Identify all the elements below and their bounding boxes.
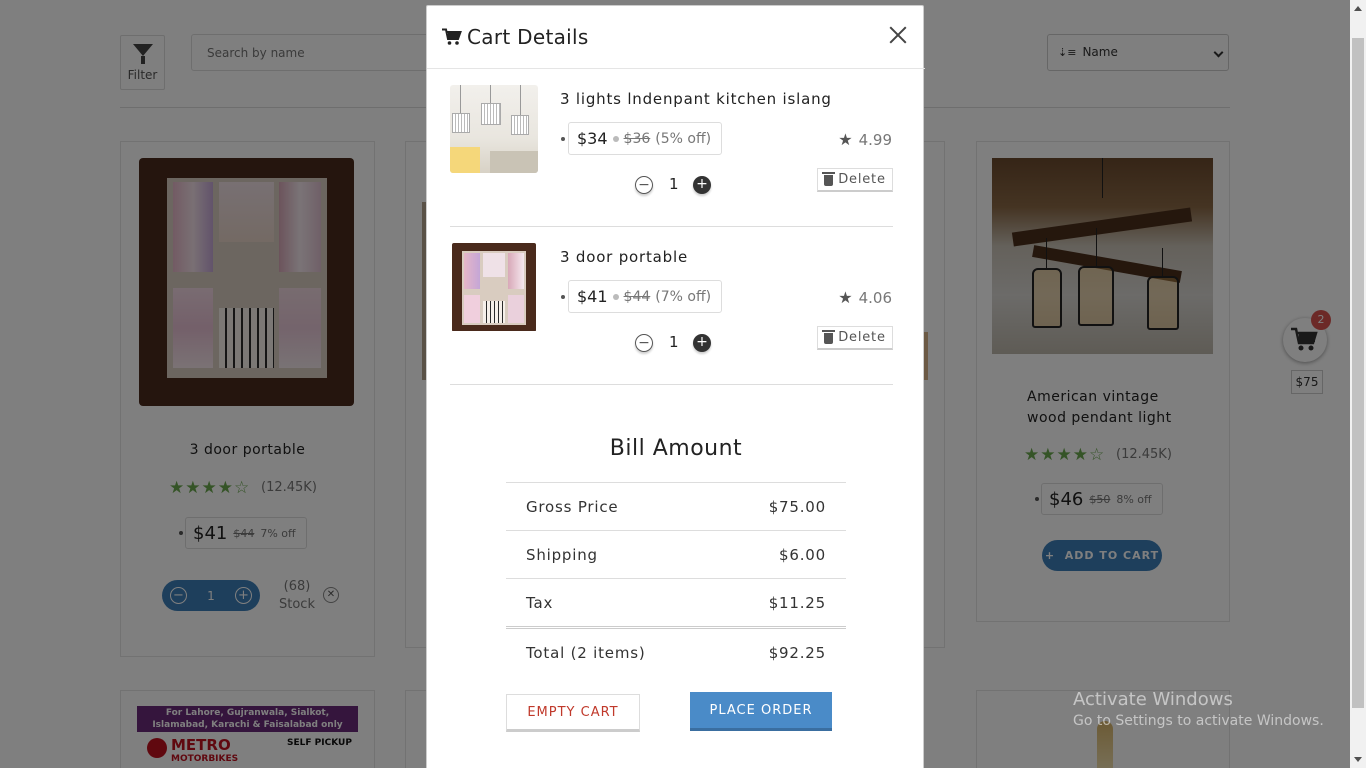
quantity-value: 1 xyxy=(669,333,679,351)
plus-icon[interactable]: + xyxy=(693,334,711,352)
cart-item: 3 lights lndenpant kitchen islang $34 $3… xyxy=(450,69,893,227)
old-price: $44 xyxy=(623,288,651,305)
modal-header: Cart Details xyxy=(427,6,925,69)
trash-icon xyxy=(822,330,836,344)
modal-title: Cart Details xyxy=(467,25,589,49)
delete-button[interactable]: Delete xyxy=(817,168,893,192)
bill-label: Tax xyxy=(526,593,554,612)
price: $41 xyxy=(577,287,608,306)
cart-details-modal: Cart Details 3 lights lndenpant kitchen … xyxy=(426,5,925,768)
cart-item-title[interactable]: 3 door portable xyxy=(560,248,688,266)
scrollbar-thumb[interactable] xyxy=(1352,38,1364,708)
place-order-button[interactable]: PLACE ORDER xyxy=(690,692,832,731)
bill-table: Gross Price $75.00 Shipping $6.00 Tax $1… xyxy=(506,482,846,677)
bill-row-shipping: Shipping $6.00 xyxy=(506,530,846,578)
minus-icon[interactable]: − xyxy=(635,176,653,194)
cart-icon xyxy=(442,28,462,45)
quantity-stepper[interactable]: − 1 + xyxy=(635,333,715,353)
bill-value: $6.00 xyxy=(779,545,826,564)
old-price: $36 xyxy=(623,130,651,147)
cart-item-image xyxy=(450,243,538,331)
bill-label: Shipping xyxy=(526,545,598,564)
discount: (7% off) xyxy=(655,288,712,305)
cart-item-image xyxy=(450,85,538,173)
windows-activation-watermark: Activate Windows Go to Settings to activ… xyxy=(1073,689,1324,729)
plus-icon[interactable]: + xyxy=(693,176,711,194)
delete-label: Delete xyxy=(838,330,886,345)
star-icon: ★ xyxy=(838,130,853,149)
rating-value: 4.99 xyxy=(858,130,892,149)
cart-item-title[interactable]: 3 lights lndenpant kitchen islang xyxy=(560,90,832,108)
bill-row-gross-price: Gross Price $75.00 xyxy=(506,482,846,530)
scroll-up-icon[interactable] xyxy=(1354,6,1362,11)
star-icon: ★ xyxy=(838,288,853,307)
bill-amount-title: Bill Amount xyxy=(609,436,743,461)
cart-item-rating: ★ 4.99 xyxy=(838,130,892,149)
bill-row-total: Total (2 items) $92.25 xyxy=(506,626,846,677)
delete-button[interactable]: Delete xyxy=(817,326,893,350)
scroll-down-icon[interactable] xyxy=(1354,757,1362,762)
rating-value: 4.06 xyxy=(858,288,892,307)
bill-label: Gross Price xyxy=(526,497,619,516)
bill-value: $11.25 xyxy=(768,593,826,612)
discount: (5% off) xyxy=(655,130,712,147)
bill-value: $92.25 xyxy=(768,644,826,662)
delete-label: Delete xyxy=(838,172,886,187)
bill-value: $75.00 xyxy=(768,497,826,516)
cart-item-price: $34 $36 (5% off) xyxy=(561,122,723,155)
quantity-stepper[interactable]: − 1 + xyxy=(635,175,715,195)
trash-icon xyxy=(822,172,836,186)
cart-item-rating: ★ 4.06 xyxy=(838,288,892,307)
price: $34 xyxy=(577,129,608,148)
bill-row-tax: Tax $11.25 xyxy=(506,578,846,626)
minus-icon[interactable]: − xyxy=(635,334,653,352)
bill-label: Total (2 items) xyxy=(526,644,646,662)
watermark-title: Activate Windows xyxy=(1073,689,1233,710)
cart-item-price: $41 $44 (7% off) xyxy=(561,280,723,313)
empty-cart-button[interactable]: EMPTY CART xyxy=(506,694,640,732)
watermark-subtitle: Go to Settings to activate Windows. xyxy=(1073,713,1324,729)
close-icon[interactable] xyxy=(888,24,908,44)
scrollbar[interactable] xyxy=(1350,0,1366,768)
quantity-value: 1 xyxy=(669,175,679,193)
cart-item: 3 door portable $41 $44 (7% off) ★ 4.06 … xyxy=(450,227,893,385)
